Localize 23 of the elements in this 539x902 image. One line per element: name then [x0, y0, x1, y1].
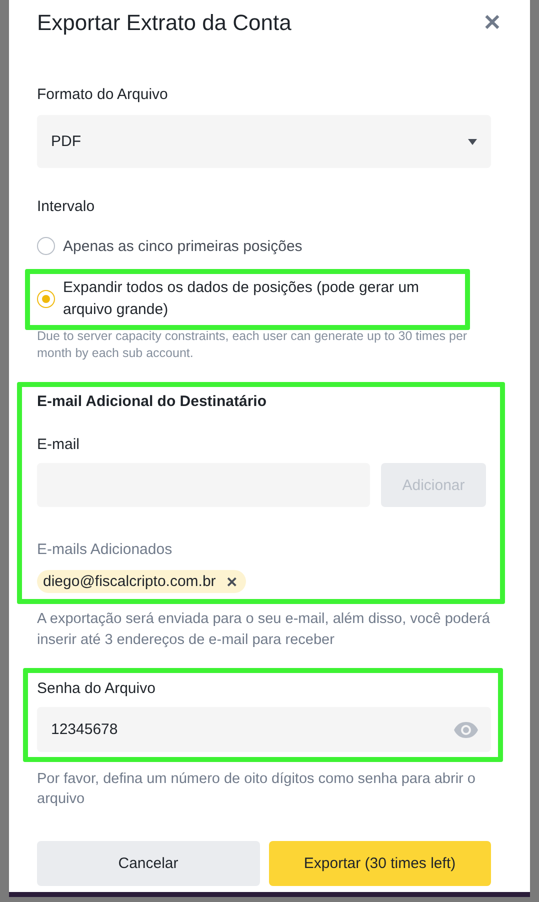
option-label: Expandir todos os dados de posições (pode gerar um arquivo grande): [63, 278, 420, 320]
export-button[interactable]: Exportar (30 times left): [268, 841, 491, 886]
info-text: A exportação será enviada para o seu e-mail, além disso, você poderá inserir até 3 endereços de e-mail para receber: [37, 610, 491, 650]
option-label: Apenas as cinco primeiras posições: [63, 238, 302, 254]
field-label: Senha do Arquivo: [37, 680, 156, 697]
field-label: E-mail: [37, 436, 81, 453]
dropdown-caret-icon: [468, 138, 477, 144]
radio-button[interactable]: [37, 237, 55, 255]
close-button[interactable]: ✕: [483, 10, 501, 36]
radio-button[interactable]: [37, 290, 55, 308]
eye-icon[interactable]: [453, 720, 479, 738]
field-label: Formato do Arquivo: [37, 86, 169, 103]
hint-text: Por favor, defina um número de oito dígitos como senha para abrir o arquivo: [37, 770, 476, 809]
format-dropdown[interactable]: PDF: [37, 115, 491, 168]
password-field[interactable]: 12345678: [37, 707, 491, 752]
note-text: Due to server capacity constraints, each user can generate up to 30 times per month by each sub account.: [37, 328, 468, 362]
cancel-button[interactable]: Cancelar: [37, 841, 260, 886]
dialog-title: Exportar Extrato da Conta: [37, 10, 292, 36]
section-title: E-mail Adicional do Destinatário: [37, 393, 268, 410]
section-label: Intervalo: [37, 198, 96, 215]
remove-button[interactable]: ✕: [226, 574, 238, 590]
field-label: E-mails Adicionados: [37, 541, 174, 558]
email-text: diego@fiscalcripto.com.br: [43, 573, 216, 590]
